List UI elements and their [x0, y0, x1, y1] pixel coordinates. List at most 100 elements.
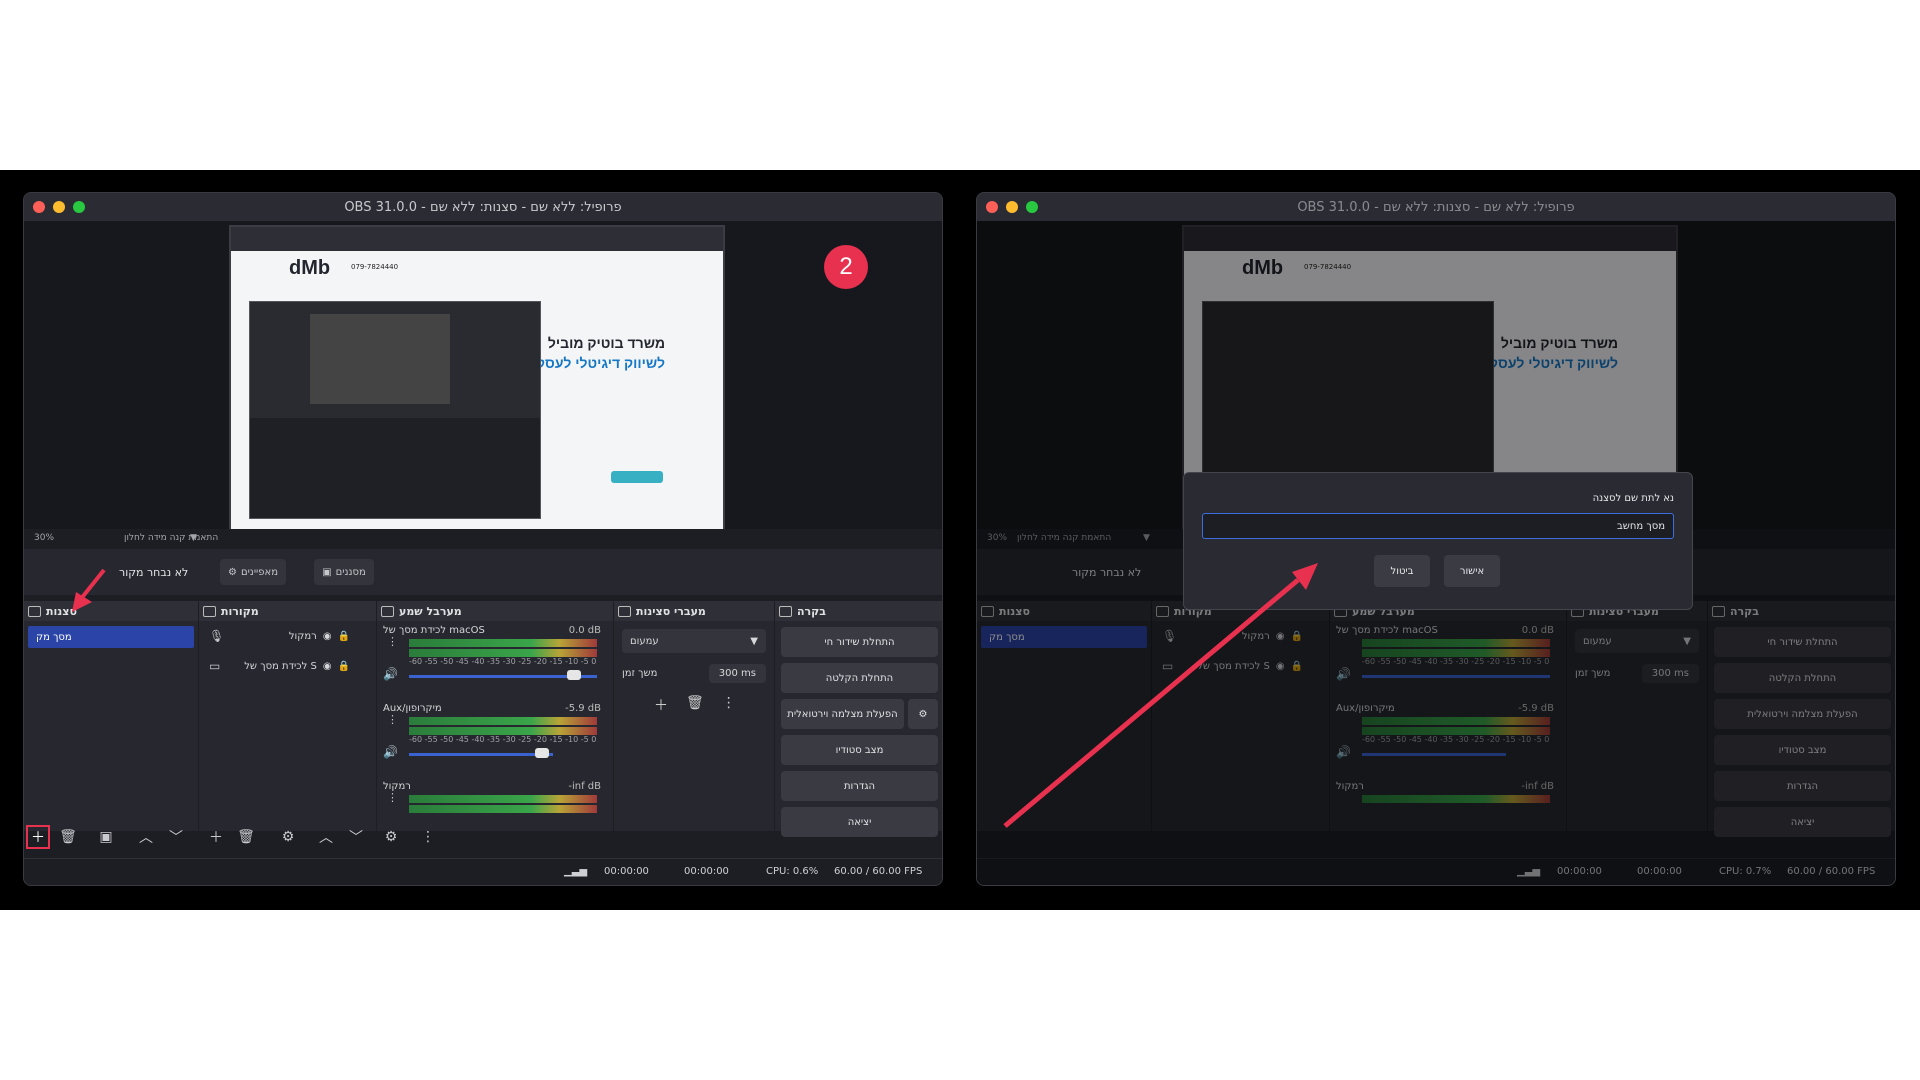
controls-title: בקרה: [775, 601, 942, 621]
ok-button[interactable]: אישור: [1444, 555, 1500, 587]
more-icon[interactable]: ⋮: [387, 792, 398, 803]
site-hero-line2: לשיווק דיגיטלי לעסקים: [521, 355, 665, 371]
chevron-down-icon[interactable]: ﹀: [344, 825, 368, 849]
channel-name: רמקול: [1336, 781, 1364, 792]
source-row-speaker[interactable]: 🎙 רמקול ◉ 🔒: [1152, 621, 1329, 651]
scale-mode[interactable]: התאמת קנה מידה לחלון: [124, 533, 218, 543]
virtual-camera-button[interactable]: הפעלת מצלמה וירטואלית: [781, 699, 904, 729]
channel-db: 0.0 dB: [568, 625, 601, 636]
more-icon[interactable]: ⋮: [387, 714, 398, 725]
exit-button[interactable]: יציאה: [781, 807, 938, 837]
more-icon[interactable]: ⋮: [416, 825, 440, 849]
site-phone: 079-7824440: [1304, 263, 1352, 271]
exit-button[interactable]: יציאה: [1714, 807, 1891, 837]
scenes-dock: סצנות מסך מק: [24, 601, 199, 831]
studio-mode-button[interactable]: מצב סטודיו: [1714, 735, 1891, 765]
context-bar: לא נבחר מקור ⚙ מאפיינים ▣ מסננים: [24, 549, 942, 595]
duration-input[interactable]: 300 ms: [1641, 663, 1699, 683]
source-label: לכידת מסך של S: [244, 660, 317, 672]
volume-icon[interactable]: 🔊: [383, 667, 398, 681]
volume-fader[interactable]: [1362, 675, 1550, 678]
filter-icon[interactable]: ▣: [94, 825, 118, 849]
volume-icon[interactable]: 🔊: [1336, 667, 1351, 681]
duration-input[interactable]: 300 ms: [708, 663, 766, 683]
eye-icon[interactable]: ◉: [323, 631, 332, 642]
properties-button[interactable]: ⚙ מאפיינים: [220, 559, 286, 585]
filter-icon: ▣: [322, 566, 332, 578]
trash-icon[interactable]: 🗑: [234, 825, 258, 849]
window-controls: [33, 201, 85, 213]
fader-handle[interactable]: [567, 670, 581, 680]
more-icon[interactable]: ⋮: [387, 636, 398, 647]
settings-button[interactable]: הגדרות: [1714, 771, 1891, 801]
volume-icon[interactable]: 🔊: [1336, 745, 1351, 759]
channel-db: -5.9 dB: [1518, 703, 1554, 714]
chevron-up-icon[interactable]: ︿: [134, 825, 158, 849]
scene-item[interactable]: מסך מק: [28, 626, 194, 648]
minimize-window-button[interactable]: [53, 201, 65, 213]
add-icon[interactable]: ＋: [654, 695, 668, 715]
cancel-button[interactable]: ביטול: [1374, 555, 1430, 587]
level-meter: [1362, 717, 1550, 725]
scene-name-input[interactable]: מסך מחשב: [1202, 513, 1674, 539]
filters-button[interactable]: ▣ מסננים: [314, 559, 374, 585]
add-icon[interactable]: ＋: [204, 825, 228, 849]
eye-icon[interactable]: ◉: [1276, 631, 1285, 642]
trash-icon[interactable]: 🗑: [56, 825, 80, 849]
source-row-screen[interactable]: ▭ לכידת מסך של S ◉ 🔒: [199, 651, 376, 681]
minimize-window-button[interactable]: [1006, 201, 1018, 213]
audio-mixer-dock: מערבל שמע לכידת מסך של macOS 0.0 dB -60 …: [1330, 601, 1567, 831]
browser-bar: [231, 227, 723, 251]
start-streaming-button[interactable]: התחלת שידור חי: [1714, 627, 1891, 657]
lock-icon[interactable]: 🔒: [338, 661, 350, 672]
volume-icon[interactable]: 🔊: [383, 745, 398, 759]
site-hero-line1: משרד בוטיק מוביל: [1500, 335, 1618, 351]
mixer-channel: רמקול -inf dB ⋮: [377, 777, 613, 827]
start-recording-button[interactable]: התחלת הקלטה: [781, 663, 938, 693]
advanced-audio-icon[interactable]: ⚙: [379, 825, 403, 849]
close-window-button[interactable]: [986, 201, 998, 213]
zoom-percent: 30%: [987, 533, 1008, 543]
virtual-camera-button[interactable]: הפעלת מצלמה וירטואלית: [1714, 699, 1891, 729]
zoom-window-button[interactable]: [1026, 201, 1038, 213]
scale-mode[interactable]: התאמת קנה מידה לחלון: [1017, 533, 1111, 543]
controls-dock: בקרה התחלת שידור חי התחלת הקלטה הפעלת מצ…: [1708, 601, 1895, 837]
eye-icon[interactable]: ◉: [1276, 661, 1285, 672]
program-preview[interactable]: dMb 079-7824440 משרד בוטיק מוביל לשיווק …: [24, 221, 942, 535]
eye-icon[interactable]: ◉: [323, 661, 332, 672]
nested-preview: [310, 314, 450, 404]
fader-handle[interactable]: [535, 748, 549, 758]
trash-icon[interactable]: 🗑: [686, 695, 704, 715]
volume-fader[interactable]: [1362, 753, 1506, 756]
lock-icon[interactable]: 🔒: [338, 631, 350, 642]
gear-icon[interactable]: ⚙: [276, 825, 300, 849]
no-source-label: לא נבחר מקור: [1072, 565, 1142, 579]
volume-fader[interactable]: [409, 753, 553, 756]
chevron-down-icon[interactable]: ▼: [190, 533, 197, 543]
transition-select[interactable]: עמעום ▼: [622, 629, 766, 653]
lock-icon[interactable]: 🔒: [1291, 631, 1303, 642]
studio-mode-button[interactable]: מצב סטודיו: [781, 735, 938, 765]
chevron-down-icon[interactable]: ▼: [1143, 533, 1150, 543]
close-window-button[interactable]: [33, 201, 45, 213]
lock-icon[interactable]: 🔒: [1291, 661, 1303, 672]
source-row-screen[interactable]: ▭ לכידת מסך של S ◉ 🔒: [1152, 651, 1329, 681]
scene-item[interactable]: מסך מק: [981, 626, 1147, 648]
preview-screenshot: dMb 079-7824440 משרד בוטיק מוביל לשיווק …: [229, 225, 725, 535]
more-icon[interactable]: ⋮: [722, 695, 736, 715]
chevron-up-icon[interactable]: ︿: [314, 825, 338, 849]
duration-row: משך זמן 300 ms: [1575, 661, 1699, 685]
start-streaming-button[interactable]: התחלת שידור חי: [781, 627, 938, 657]
transition-select[interactable]: עמעום ▼: [1575, 629, 1699, 653]
meter-scale: -60 -55 -50 -45 -40 -35 -30 -25 -20 -15 …: [1362, 657, 1550, 666]
source-row-speaker[interactable]: 🎙 רמקול ◉ 🔒: [199, 621, 376, 651]
zoom-window-button[interactable]: [73, 201, 85, 213]
channel-db: -5.9 dB: [565, 703, 601, 714]
channel-db: -inf dB: [1521, 781, 1554, 792]
dock-icon: [1156, 606, 1169, 617]
start-recording-button[interactable]: התחלת הקלטה: [1714, 663, 1891, 693]
gear-icon[interactable]: ⚙: [908, 699, 938, 729]
chevron-down-icon[interactable]: ﹀: [164, 825, 188, 849]
add-scene-button[interactable]: ＋: [26, 825, 50, 849]
settings-button[interactable]: הגדרות: [781, 771, 938, 801]
